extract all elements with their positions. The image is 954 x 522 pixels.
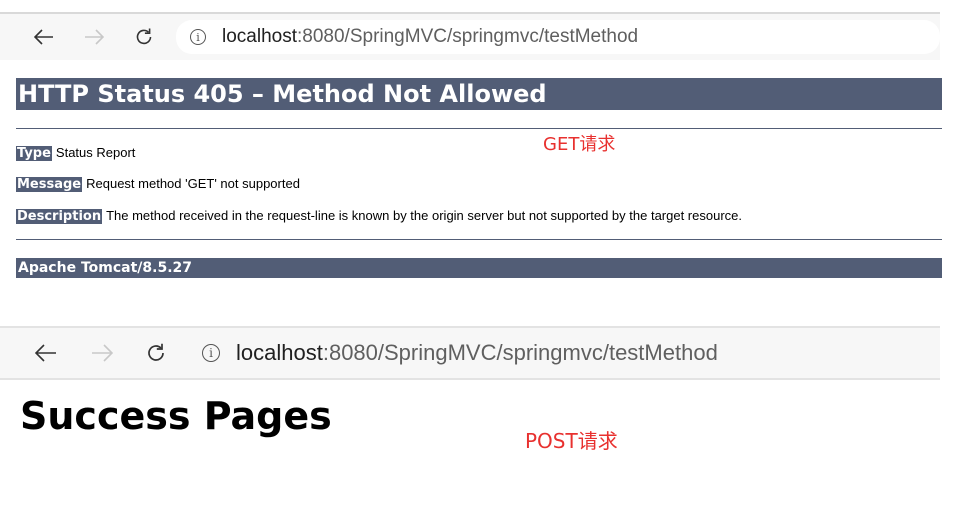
divider [16, 128, 942, 129]
browser-toolbar-bottom: i localhost:8080/SpringMVC/springmvc/tes… [0, 326, 940, 380]
address-bar[interactable]: i localhost:8080/SpringMVC/springmvc/tes… [176, 20, 940, 54]
forward-button[interactable] [82, 335, 122, 371]
message-label: Message [16, 177, 83, 192]
reload-icon [148, 343, 164, 361]
description-row: Description The method received in the re… [16, 208, 742, 224]
back-arrow-icon [34, 29, 53, 45]
forward-button[interactable] [74, 19, 114, 55]
back-button[interactable] [26, 335, 66, 371]
divider [16, 239, 942, 240]
get-request-annotation: GET请求 [543, 134, 616, 155]
message-value: Request method 'GET' not supported [86, 176, 300, 191]
browser-toolbar-top: i localhost:8080/SpringMVC/springmvc/tes… [0, 12, 940, 60]
forward-arrow-icon [85, 29, 104, 45]
type-row: Type Status Report [16, 145, 135, 161]
url-text: localhost:8080/SpringMVC/springmvc/testM… [222, 26, 639, 47]
reload-icon [136, 28, 152, 45]
error-title: HTTP Status 405 – Method Not Allowed [16, 78, 942, 110]
back-arrow-icon [35, 344, 56, 362]
success-heading: Success Pages [20, 394, 332, 438]
reload-button[interactable] [124, 19, 164, 55]
info-icon[interactable]: i [202, 344, 220, 362]
reload-button[interactable] [136, 335, 176, 371]
forward-arrow-icon [92, 344, 113, 362]
post-request-annotation: POST请求 [525, 429, 618, 453]
message-row: Message Request method 'GET' not supporte… [16, 176, 300, 192]
type-label: Type [16, 146, 52, 161]
description-label: Description [16, 209, 103, 224]
server-footer: Apache Tomcat/8.5.27 [16, 258, 942, 278]
type-value: Status Report [55, 145, 136, 160]
url-text: localhost:8080/SpringMVC/springmvc/testM… [236, 340, 718, 365]
description-value: The method received in the request-line … [106, 208, 743, 223]
info-icon[interactable]: i [190, 29, 206, 45]
address-bar[interactable]: i localhost:8080/SpringMVC/springmvc/tes… [188, 336, 940, 370]
back-button[interactable] [24, 19, 64, 55]
screenshot: i localhost:8080/SpringMVC/springmvc/tes… [0, 0, 954, 522]
